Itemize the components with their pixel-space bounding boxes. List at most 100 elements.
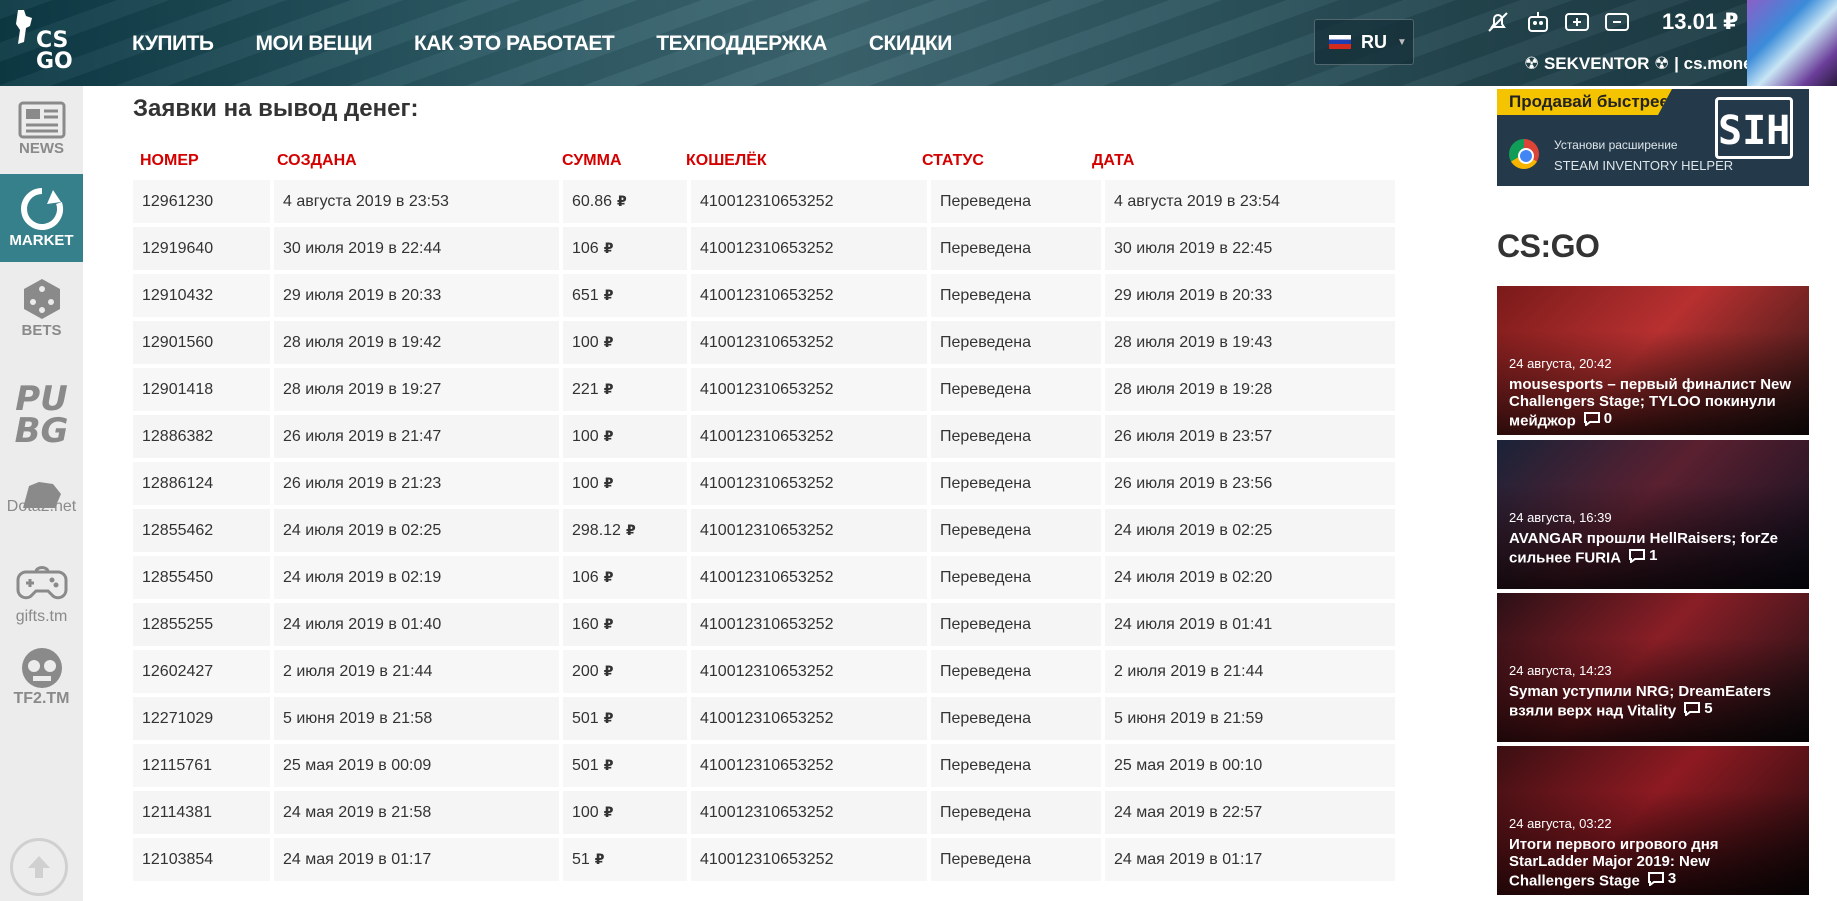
column-header-created[interactable]: СОЗДАНА [270,152,555,170]
header-icons [1484,8,1632,36]
cell-number-text: 12919640 [142,239,214,257]
nav-my-items[interactable]: МОИ ВЕЩИ [256,32,373,56]
column-header-date[interactable]: ДАТА [1085,152,1375,170]
news-headline-text: mousesports – первый финалист New Challe… [1509,376,1792,430]
cell-amount: 501 ₽ [563,744,687,787]
column-header-number[interactable]: НОМЕР [133,152,270,170]
cell-wallet: 410012310653252 [691,697,927,740]
sidebar-item-market[interactable]: MARKET [0,174,83,262]
cell-number-text: 12271029 [142,709,214,727]
cell-date: 24 июля 2019 в 02:20 [1105,556,1395,599]
cell-amount-text: 501 [572,756,599,774]
withdraw-funds-icon[interactable] [1604,8,1632,36]
ruble-sign: ₽ [594,851,605,867]
cell-amount: 60.86 ₽ [563,180,687,223]
ruble-sign: ₽ [617,193,627,209]
username[interactable]: ☢ SEKVENTOR ☢ | cs.money [1524,54,1762,74]
news-time: 24 августа, 20:42 [1509,356,1612,371]
cell-number: 12919640 [133,227,270,270]
cell-created: 24 мая 2019 в 21:58 [274,791,559,834]
ruble-sign: ₽ [603,381,614,397]
chevron-down-icon: ▼ [1397,36,1407,48]
sidebar-item-label: BETS [21,322,62,339]
pubg-logo: PU BG [14,379,69,451]
comment-count-value: 0 [1603,410,1613,427]
cell-wallet: 410012310653252 [691,791,927,834]
balance[interactable]: 13.01 ₽ [1662,9,1738,35]
cell-status: Переведена [931,556,1101,599]
cell-amount-text: 200 [572,662,599,680]
cell-number: 12855450 [133,556,270,599]
column-header-wallet[interactable]: КОШЕЛЁК [679,152,915,170]
cell-date-text: 24 мая 2019 в 01:17 [1114,850,1263,868]
nav-discounts[interactable]: СКИДКИ [869,32,952,56]
comment-count[interactable]: 1 [1629,547,1657,564]
sidebar-item-news[interactable]: NEWS [0,100,83,176]
comment-count[interactable]: 3 [1647,870,1677,887]
newspaper-icon [18,101,65,139]
cell-created: 26 июля 2019 в 21:47 [274,415,559,458]
cell-date: 28 июля 2019 в 19:43 [1105,321,1395,364]
cell-status-text: Переведена [940,709,1032,727]
cell-created: 28 июля 2019 в 19:27 [274,368,559,411]
nav-buy[interactable]: КУПИТЬ [132,32,214,56]
sidebar-item-bets[interactable]: BETS [0,276,83,348]
column-header-status[interactable]: СТАТУС [915,152,1085,170]
cell-wallet-text: 410012310653252 [700,333,834,351]
language-selector[interactable]: RU ▼ [1314,19,1414,65]
cell-status-text: Переведена [940,192,1032,210]
cell-wallet: 410012310653252 [691,321,927,364]
nav-how-it-works[interactable]: КАК ЭТО РАБОТАЕТ [414,32,615,56]
cell-amount: 51 ₽ [563,838,687,881]
cell-amount-text: 106 [572,239,599,257]
cell-created-text: 29 июля 2019 в 20:33 [283,286,442,304]
cell-wallet-text: 410012310653252 [700,709,834,727]
news-headline: AVANGAR прошли HellRaisers; forZe сильне… [1509,530,1799,567]
cell-number-text: 12114381 [142,803,212,821]
ruble-sign: ₽ [603,240,614,256]
bot-icon[interactable] [1524,8,1552,36]
comment-count[interactable]: 5 [1684,700,1713,717]
news-headline: mousesports – первый финалист New Challe… [1509,376,1799,430]
cell-date: 4 августа 2019 в 23:54 [1105,180,1395,223]
sidebar-item-dota2[interactable]: Dota2.net [0,478,83,548]
cell-wallet-text: 410012310653252 [700,380,834,398]
sih-extension-ad[interactable]: Продавай быстрее Установи расширение STE… [1497,89,1809,186]
cell-amount: 160 ₽ [563,603,687,646]
cell-date: 26 июля 2019 в 23:57 [1105,415,1395,458]
add-funds-icon[interactable] [1564,8,1592,36]
sidebar-item-pubg[interactable]: PU BG [0,379,83,453]
cell-created-text: 26 июля 2019 в 21:23 [283,474,442,492]
mute-notifications-icon[interactable] [1484,8,1512,36]
cell-number: 12103854 [133,838,270,881]
news-card[interactable]: 24 августа, 14:23 Syman уступили NRG; Dre… [1497,593,1809,742]
cell-amount: 106 ₽ [563,556,687,599]
avatar[interactable] [1747,0,1837,86]
sidebar-item-gifts[interactable]: gifts.tm [0,558,83,638]
scroll-to-top-button[interactable] [10,838,68,896]
cell-date-text: 28 июля 2019 в 19:28 [1114,380,1273,398]
comment-count[interactable]: 0 [1583,410,1613,427]
cell-created: 24 мая 2019 в 01:17 [274,838,559,881]
cell-status-text: Переведена [940,756,1032,774]
column-header-amount[interactable]: СУММА [555,152,679,170]
comment-count-value: 5 [1704,700,1713,717]
news-card[interactable]: 24 августа, 16:39 AVANGAR прошли HellRais… [1497,440,1809,589]
main-nav: КУПИТЬ МОИ ВЕЩИ КАК ЭТО РАБОТАЕТ ТЕХПОДД… [132,32,994,56]
table-body: 12961230 4 августа 2019 в 23:53 60.86 ₽4100… [133,180,1395,881]
cell-wallet: 410012310653252 [691,274,927,317]
comment-count-value: 3 [1667,870,1677,887]
ad-line1: Установи расширение [1554,138,1678,152]
news-card[interactable]: 24 августа, 03:22 Итоги первого игрового … [1497,746,1809,895]
market-refresh-icon [20,188,63,230]
ruble-sign: ₽ [603,287,614,303]
left-sidebar: NEWS MARKET BETS PU BG Dota2.net gifts.t… [0,86,83,901]
cell-status-text: Переведена [940,474,1032,492]
nav-support[interactable]: ТЕХПОДДЕРЖКА [656,32,827,56]
ad-line2: STEAM INVENTORY HELPER [1554,158,1734,173]
sidebar-item-tf2[interactable]: TF2.TM [0,646,83,726]
cell-status: Переведена [931,744,1101,787]
cell-status: Переведена [931,650,1101,693]
news-card[interactable]: 24 августа, 20:42 mousesports – первый фи… [1497,286,1809,435]
cell-amount-text: 221 [572,380,599,398]
